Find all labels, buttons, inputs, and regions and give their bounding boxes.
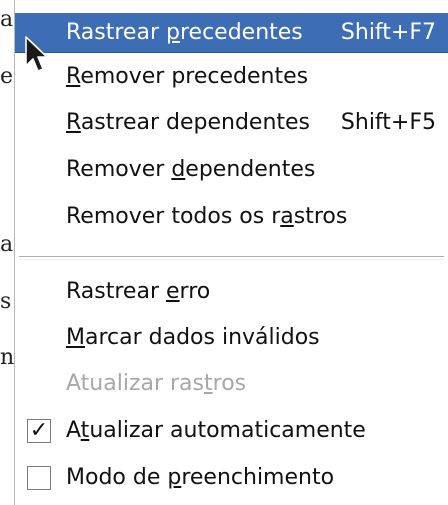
- document-background: a e a s n: [0, 0, 14, 505]
- autorefresh-checkbox[interactable]: ✓: [27, 419, 51, 443]
- menu-item-trace-error[interactable]: Rastrear erro: [15, 272, 448, 312]
- menu-item-label: Rastrear dependentes: [66, 110, 311, 135]
- menu-item-remove-dependents[interactable]: Remover dependentes: [15, 150, 448, 190]
- keyboard-shortcut: Shift+F5: [340, 110, 436, 135]
- detective-context-menu: Rastrear precedentes Shift+F7 Remover pr…: [14, 0, 448, 505]
- menu-item-label: Atualizar automaticamente: [66, 418, 366, 443]
- document-text-fragment: n: [0, 345, 14, 370]
- menu-item-remove-precedents[interactable]: Remover precedentes: [15, 57, 448, 97]
- menu-item-trace-dependents[interactable]: Rastrear dependentes Shift+F5: [15, 103, 448, 143]
- menu-separator: [19, 256, 444, 260]
- menu-item-trace-precedents[interactable]: Rastrear precedentes Shift+F7: [15, 13, 448, 53]
- menu-item-label: Atualizar rastros: [66, 371, 247, 396]
- menu-item-label: Marcar dados inválidos: [66, 325, 320, 350]
- document-text-fragment: a: [0, 7, 14, 32]
- document-text-fragment: e: [0, 64, 14, 89]
- mouse-pointer-icon: [25, 36, 48, 72]
- menu-item-autorefresh[interactable]: ✓ Atualizar automaticamente: [15, 411, 448, 451]
- document-text-fragment: s: [0, 289, 12, 314]
- menu-item-label: Remover dependentes: [66, 157, 316, 182]
- menu-item-label: Rastrear precedentes: [66, 20, 303, 45]
- document-text-fragment: a: [0, 232, 14, 257]
- fill-mode-checkbox[interactable]: [27, 466, 51, 490]
- menu-item-label: Modo de preenchimento: [66, 465, 335, 490]
- menu-item-label: Rastrear erro: [66, 279, 211, 304]
- menu-item-remove-all-traces[interactable]: Remover todos os rastros: [15, 197, 448, 237]
- menu-item-refresh-traces: Atualizar rastros: [15, 364, 448, 404]
- menu-item-fill-mode[interactable]: Modo de preenchimento: [15, 458, 448, 498]
- menu-item-label: Remover precedentes: [66, 64, 309, 89]
- menu-item-label: Remover todos os rastros: [66, 204, 348, 229]
- menu-item-mark-invalid-data[interactable]: Marcar dados inválidos: [15, 318, 448, 358]
- keyboard-shortcut: Shift+F7: [340, 20, 436, 45]
